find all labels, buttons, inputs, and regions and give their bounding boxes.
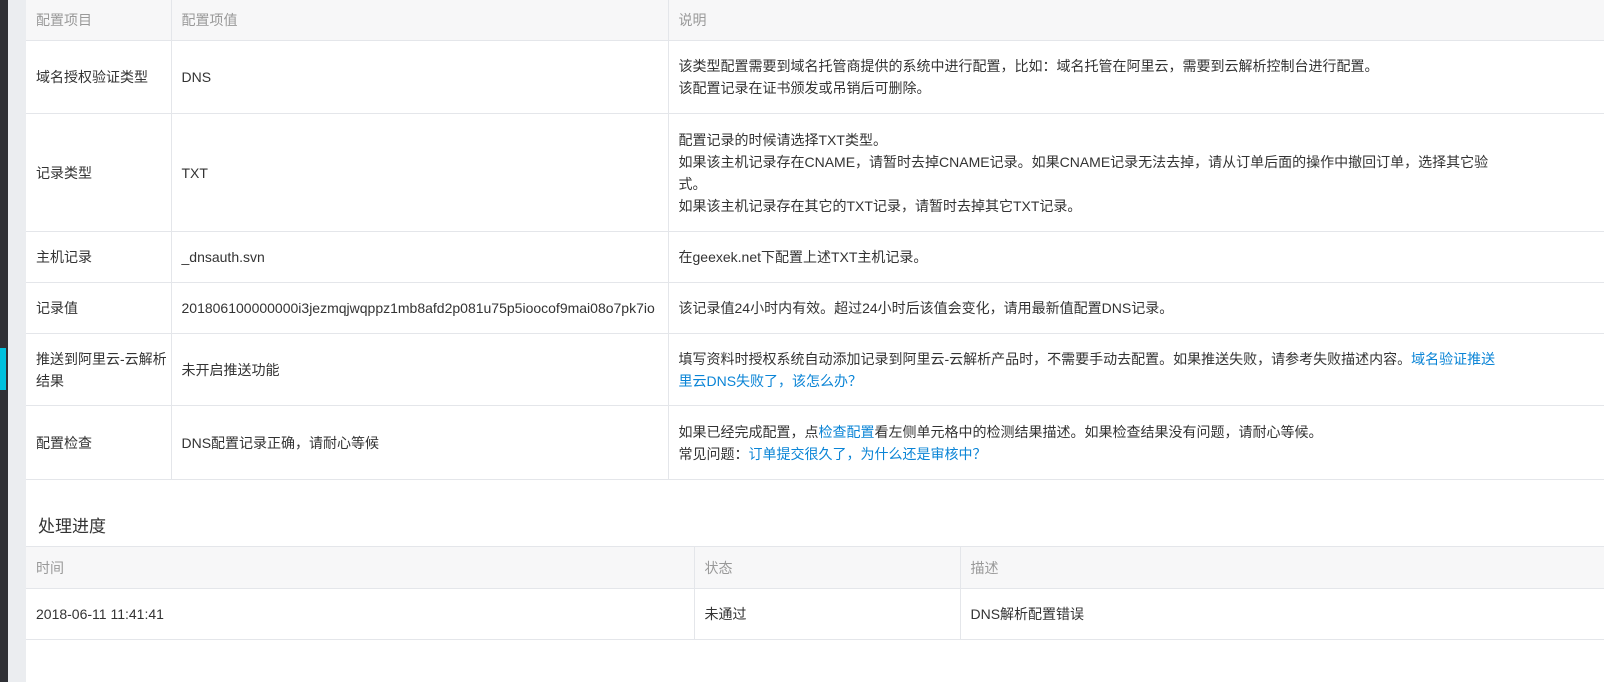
table-row: 记录类型 TXT 配置记录的时候请选择TXT类型。 如果该主机记录存在CNAME… <box>26 113 1604 232</box>
left-sidebar <box>0 0 8 682</box>
table-row: 配置检查 DNS配置记录正确，请耐心等候 如果已经完成配置，点检查配置看左侧单元… <box>26 405 1604 480</box>
progress-table: 时间 状态 描述 2018-06-11 11:41:41 未通过 DNS解析配置… <box>26 546 1604 640</box>
row-key-line: 推送到阿里云-云解析 <box>36 350 167 367</box>
dns-config-table: 配置项目 配置项值 说明 域名授权验证类型 DNS 该类型配置需要到域名托管商提… <box>26 0 1604 480</box>
faq-label: 常见问题： <box>678 445 749 462</box>
header-config-value: 配置项值 <box>170 0 668 41</box>
main-content: 配置项目 配置项值 说明 域名授权验证类型 DNS 该类型配置需要到域名托管商提… <box>26 0 1604 682</box>
sidebar-active-indicator[interactable] <box>0 348 6 390</box>
progress-time: 2018-06-11 11:41:41 <box>26 588 694 640</box>
row-key: 域名授权验证类型 <box>26 40 171 114</box>
description-line: 在geexek.net下配置上述TXT主机记录。 <box>678 249 928 265</box>
header-description: 说明 <box>667 0 1604 41</box>
description-line: 该类型配置需要到域名托管商提供的系统中进行配置，比如：域名托管在阿里云，需要到云… <box>678 58 1379 74</box>
header-description: 描述 <box>959 546 1604 589</box>
description-line: 配置记录的时候请选择TXT类型。 <box>678 131 887 148</box>
header-config-item: 配置项目 <box>26 0 171 41</box>
row-description: 该记录值24小时内有效。超过24小时后该值会变化，请用最新值配置DNS记录。 <box>667 282 1604 334</box>
description-line: 常见问题：订单提交很久了，为什么还是审核中？ <box>679 443 1604 465</box>
description-line: 如果已经完成配置，点检查配置看左侧单元格中的检测结果描述。如果检查结果没有问题，… <box>679 421 1604 443</box>
row-description: 配置记录的时候请选择TXT类型。 如果该主机记录存在CNAME，请暂时去掉CNA… <box>667 113 1604 232</box>
config-header-row: 配置项目 配置项值 说明 <box>26 0 1604 41</box>
table-row: 主机记录 _dnsauth.svn 在geexek.net下配置上述TXT主机记… <box>26 231 1604 283</box>
description-line: 如果该主机记录存在其它的TXT记录，请暂时去掉其它TXT记录。 <box>678 197 1082 214</box>
row-description: 填写资料时授权系统自动添加记录到阿里云-云解析产品时，不需要手动去配置。如果推送… <box>667 333 1604 406</box>
table-row: 推送到阿里云-云解析 结果 未开启推送功能 填写资料时授权系统自动添加记录到阿里… <box>26 333 1604 406</box>
description-line: 式。 <box>678 175 707 192</box>
row-value: TXT <box>170 113 668 232</box>
row-description: 如果已经完成配置，点检查配置看左侧单元格中的检测结果描述。如果检查结果没有问题，… <box>667 405 1604 480</box>
description-text: 看左侧单元格中的检测结果描述。如果检查结果没有问题，请耐心等候。 <box>874 423 1323 440</box>
row-description: 该类型配置需要到域名托管商提供的系统中进行配置，比如：域名托管在阿里云，需要到云… <box>667 40 1604 114</box>
row-key-line: 结果 <box>36 372 64 389</box>
page-background <box>8 0 26 682</box>
table-row: 域名授权验证类型 DNS 该类型配置需要到域名托管商提供的系统中进行配置，比如：… <box>26 40 1604 114</box>
description-line: 该配置记录在证书颁发或吊销后可删除。 <box>678 80 931 96</box>
row-value: DNS配置记录正确，请耐心等候 <box>170 405 668 480</box>
row-value: 未开启推送功能 <box>170 333 668 406</box>
description-line: 该记录值24小时内有效。超过24小时后该值会变化，请用最新值配置DNS记录。 <box>678 300 1174 316</box>
progress-status: 未通过 <box>693 588 960 640</box>
section-title-progress: 处理进度 <box>38 517 106 536</box>
description-text: 填写资料时授权系统自动添加记录到阿里云-云解析产品时，不需要手动去配置。如果推送… <box>678 350 1412 367</box>
help-link-push-failure[interactable]: 域名验证推送 <box>1411 351 1495 367</box>
row-value: _dnsauth.svn <box>170 231 668 283</box>
row-key: 记录值 <box>26 282 171 334</box>
row-key: 推送到阿里云-云解析 结果 <box>26 333 171 406</box>
header-status: 状态 <box>693 546 960 589</box>
row-key: 配置检查 <box>26 405 171 480</box>
table-row: 记录值 201806100000000i3jezmqjwqppz1mb8afd2… <box>26 282 1604 334</box>
help-link-push-failure-cont[interactable]: 里云DNS失败了，该怎么办？ <box>679 373 863 389</box>
progress-header-row: 时间 状态 描述 <box>26 546 1604 589</box>
row-key: 记录类型 <box>26 113 171 232</box>
table-row: 2018-06-11 11:41:41 未通过 DNS解析配置错误 <box>26 588 1604 640</box>
row-key: 主机记录 <box>26 231 171 283</box>
record-value-cell[interactable]: 201806100000000i3jezmqjwqppz1mb8afd2p081… <box>170 282 668 334</box>
header-time: 时间 <box>26 546 694 589</box>
description-line: 里云DNS失败了，该怎么办？ <box>679 370 1604 392</box>
description-line: 如果该主机记录存在CNAME，请暂时去掉CNAME记录。如果CNAME记录无法去… <box>678 153 1489 170</box>
row-value: DNS <box>170 40 668 114</box>
check-config-link[interactable]: 检查配置 <box>819 424 875 440</box>
row-description: 在geexek.net下配置上述TXT主机记录。 <box>667 231 1604 283</box>
faq-link[interactable]: 订单提交很久了，为什么还是审核中？ <box>749 446 987 462</box>
progress-description: DNS解析配置错误 <box>959 588 1604 640</box>
description-text: 如果已经完成配置，点 <box>678 423 819 440</box>
description-line: 填写资料时授权系统自动添加记录到阿里云-云解析产品时，不需要手动去配置。如果推送… <box>679 348 1604 370</box>
